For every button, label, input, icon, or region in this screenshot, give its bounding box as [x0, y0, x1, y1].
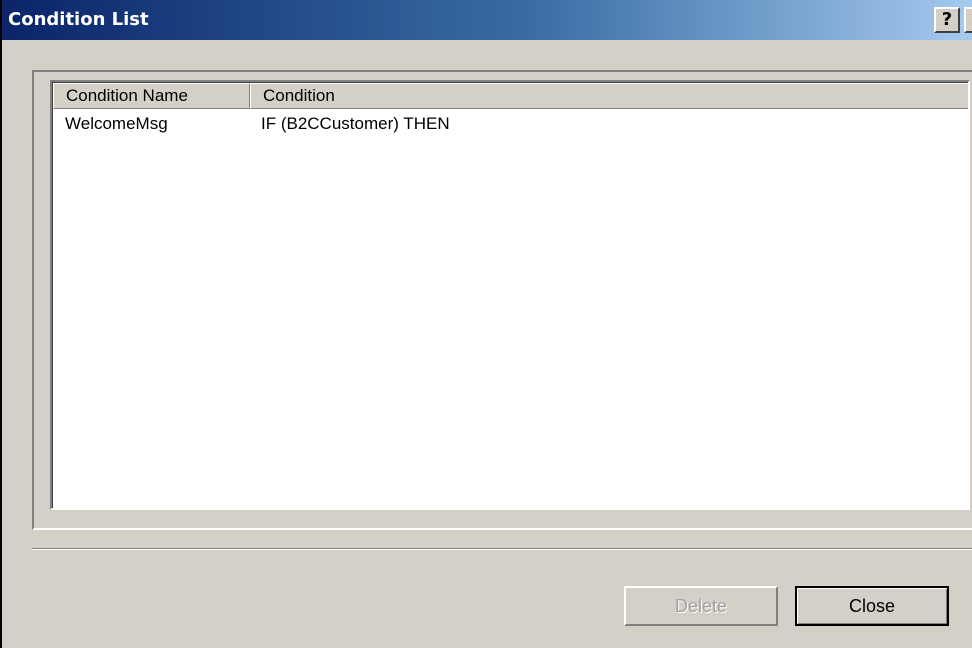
- close-button[interactable]: Close: [795, 586, 949, 626]
- row-condition: IF (B2CCustomer) THEN: [261, 114, 450, 133]
- row-condition-name: WelcomeMsg: [65, 114, 168, 133]
- column-header-condition[interactable]: Condition: [250, 83, 968, 109]
- condition-list-body: Condition Name Condition WelcomeMsg IF (…: [52, 82, 968, 508]
- condition-list-dialog: Condition List ? ✕ Condition Name Condit…: [0, 0, 972, 648]
- list-header: Condition Name Condition: [53, 83, 968, 109]
- window-title: Condition List: [8, 9, 149, 30]
- table-row[interactable]: WelcomeMsg IF (B2CCustomer) THEN: [53, 111, 968, 137]
- delete-button[interactable]: Delete: [624, 586, 778, 626]
- separator: [32, 548, 972, 550]
- title-bar[interactable]: Condition List ? ✕: [2, 0, 972, 40]
- close-icon[interactable]: ✕: [964, 7, 972, 33]
- condition-list[interactable]: Condition Name Condition WelcomeMsg IF (…: [50, 80, 970, 510]
- help-icon[interactable]: ?: [934, 7, 960, 33]
- column-header-condition-name[interactable]: Condition Name: [53, 83, 250, 109]
